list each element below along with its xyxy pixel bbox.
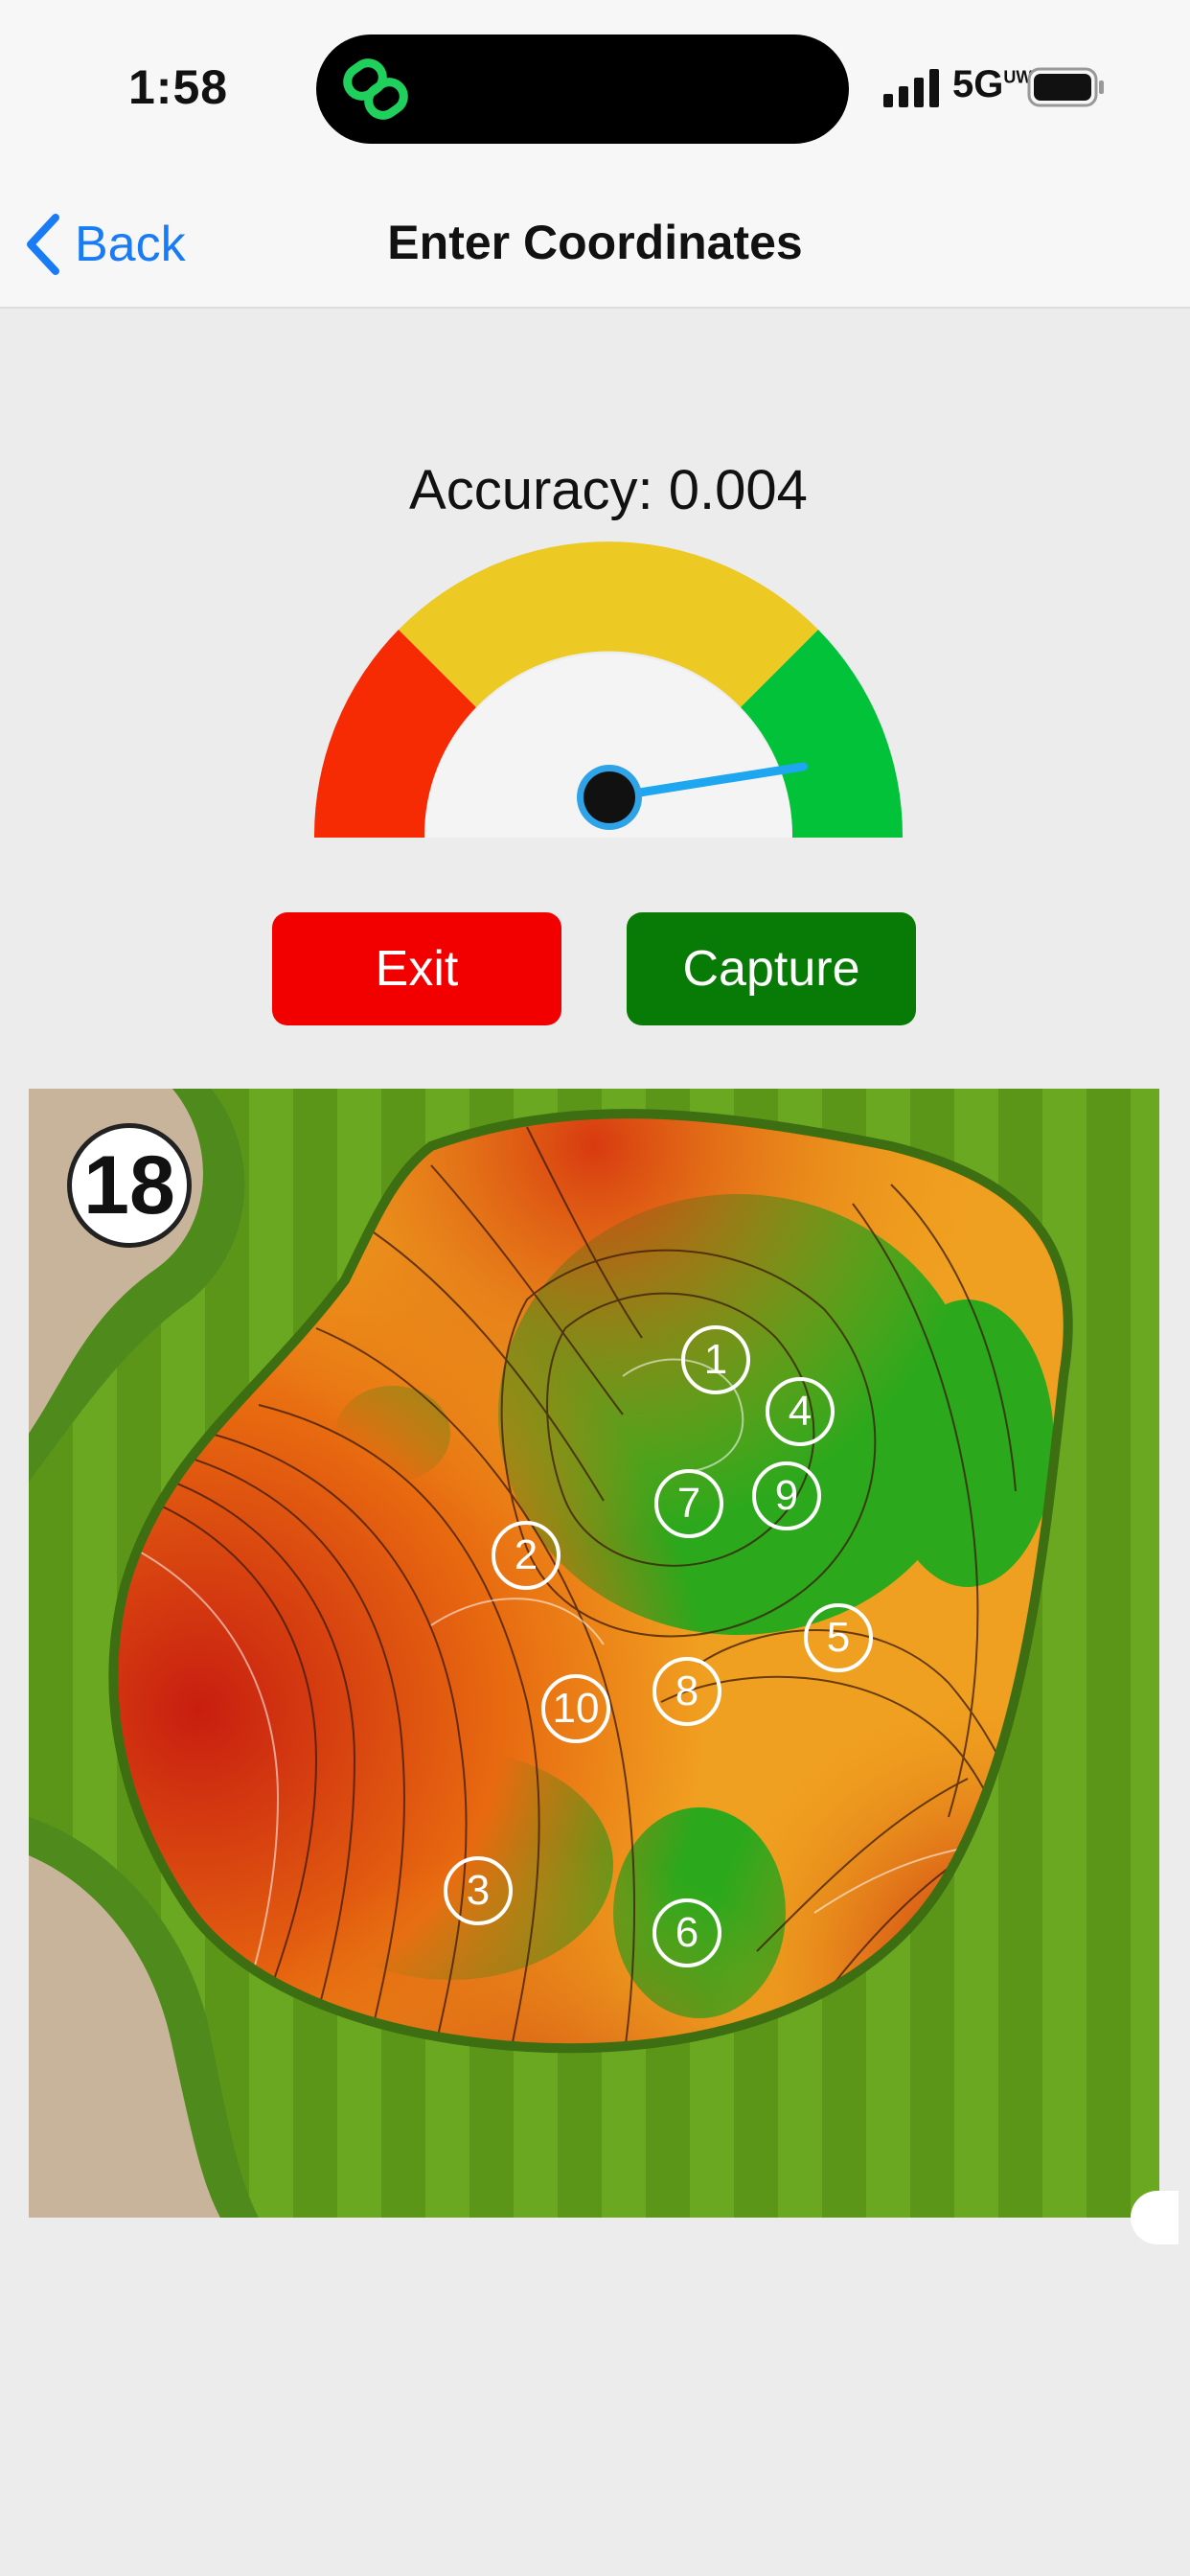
green-map-image [29,1089,1159,2218]
pin-marker[interactable]: 9 [752,1461,821,1530]
accuracy-gauge [313,541,904,838]
status-time: 1:58 [128,60,229,114]
link-app-icon [343,58,408,120]
capture-button[interactable]: Capture [627,912,916,1025]
pin-marker[interactable]: 7 [654,1469,723,1538]
chevron-left-icon [27,214,59,275]
status-bar: 1:58 5GUW [0,0,1190,182]
accuracy-label: Accuracy: 0.004 [409,459,808,521]
pin-marker[interactable]: 3 [444,1856,513,1925]
scroll-indicator[interactable] [1131,2191,1179,2244]
hole-number-badge: 18 [67,1123,192,1248]
navigation-bar: Enter Coordinates Back [0,182,1190,309]
back-button[interactable]: Back [23,211,186,278]
pin-marker[interactable]: 1 [681,1325,750,1394]
exit-button[interactable]: Exit [272,912,561,1025]
green-map[interactable]: 18 1 4 7 9 2 5 8 10 3 6 [29,1089,1159,2218]
pin-marker[interactable]: 10 [541,1674,610,1743]
cellular-signal-icon [883,69,939,107]
pin-marker[interactable]: 6 [652,1898,721,1967]
pin-marker[interactable]: 8 [652,1657,721,1726]
pin-marker[interactable]: 5 [804,1603,873,1672]
dynamic-island [316,34,849,144]
pin-marker[interactable]: 4 [766,1377,835,1446]
back-label: Back [75,217,186,272]
pin-marker[interactable]: 2 [492,1521,561,1590]
network-indicator: 5GUW [952,63,1033,105]
battery-icon [1027,67,1104,107]
